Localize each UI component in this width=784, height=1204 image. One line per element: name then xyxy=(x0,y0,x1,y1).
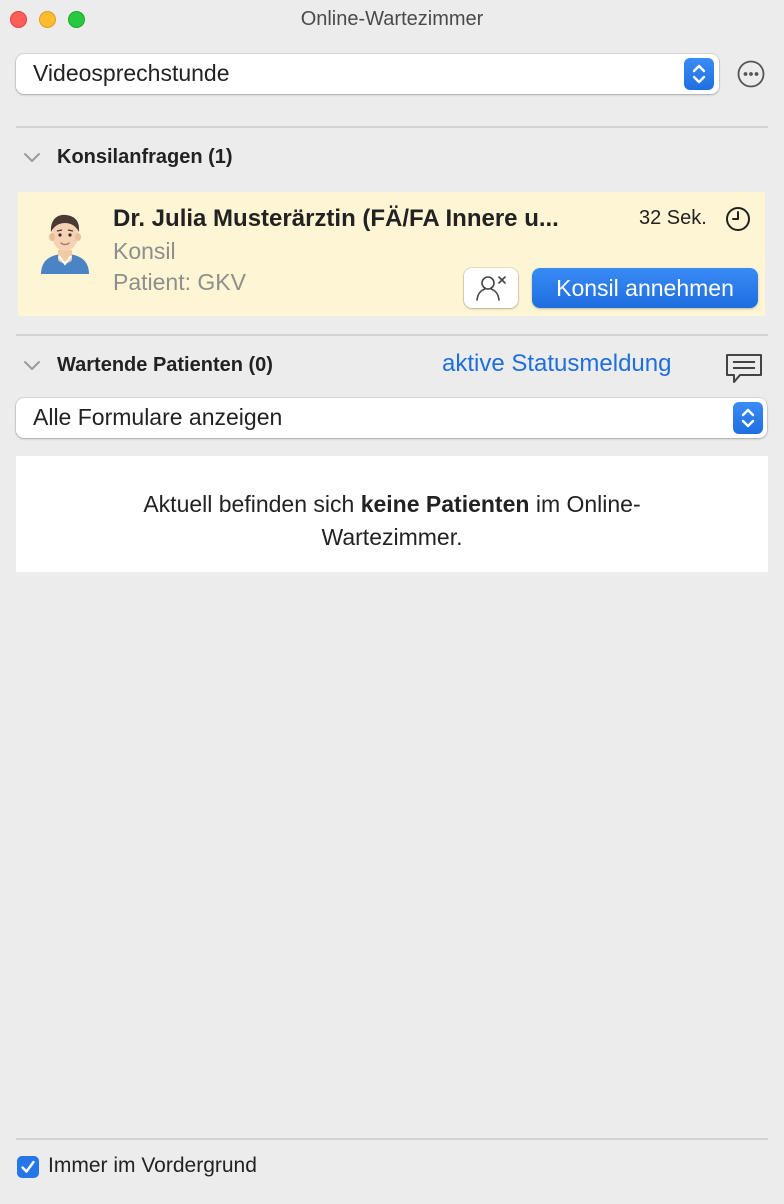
consultation-type-value: Videosprechstunde xyxy=(33,60,230,86)
always-on-top-checkbox[interactable] xyxy=(17,1156,39,1178)
checkmark-icon xyxy=(21,1160,35,1173)
empty-message-line-1: Aktuell befinden sich keine Patienten im… xyxy=(16,488,768,521)
clock-icon xyxy=(725,206,751,237)
consult-section-header[interactable]: Konsilanfragen (1) xyxy=(0,144,784,174)
avatar xyxy=(37,210,93,274)
consult-section-title: Konsilanfragen (1) xyxy=(57,146,233,168)
stepper-icon xyxy=(684,58,714,90)
waiting-section-title: Wartende Patienten (0) xyxy=(57,354,273,376)
status-message-link[interactable]: aktive Statusmeldung xyxy=(442,350,671,378)
title-bar: Online-Wartezimmer xyxy=(0,0,784,38)
section-divider xyxy=(16,334,768,336)
empty-waiting-room-message: Aktuell befinden sich keine Patienten im… xyxy=(16,456,768,572)
empty-message-after: im Online- xyxy=(529,491,641,517)
empty-message-line-2: Wartezimmer. xyxy=(321,524,463,550)
form-filter-value: Alle Formulare anzeigen xyxy=(33,404,283,430)
decline-consult-button[interactable] xyxy=(464,268,518,308)
more-icon[interactable] xyxy=(737,60,765,88)
empty-message-before: Aktuell befinden sich xyxy=(143,491,361,517)
chevron-down-icon[interactable] xyxy=(23,358,41,376)
form-filter-select[interactable]: Alle Formulare anzeigen xyxy=(16,398,767,438)
requesting-doctor-name: Dr. Julia Musterärztin (FÄ/FA Innere u..… xyxy=(113,205,559,232)
window-title: Online-Wartezimmer xyxy=(300,8,484,30)
accept-consult-button[interactable]: Konsil annehmen xyxy=(532,268,758,308)
chevron-down-icon[interactable] xyxy=(23,150,41,168)
wait-time: 32 Sek. xyxy=(639,207,707,229)
message-icon[interactable] xyxy=(724,352,764,389)
always-on-top-label[interactable]: Immer im Vordergrund xyxy=(48,1154,257,1178)
stepper-icon xyxy=(733,402,763,434)
request-type: Konsil xyxy=(113,238,176,264)
patient-insurance: Patient: GKV xyxy=(113,269,246,295)
footer-divider xyxy=(16,1138,768,1140)
section-divider xyxy=(16,126,768,128)
consult-request-card[interactable]: Dr. Julia Musterärztin (FÄ/FA Innere u..… xyxy=(18,192,765,316)
empty-message-bold: keine Patienten xyxy=(360,491,530,517)
consultation-type-select[interactable]: Videosprechstunde xyxy=(16,54,719,94)
